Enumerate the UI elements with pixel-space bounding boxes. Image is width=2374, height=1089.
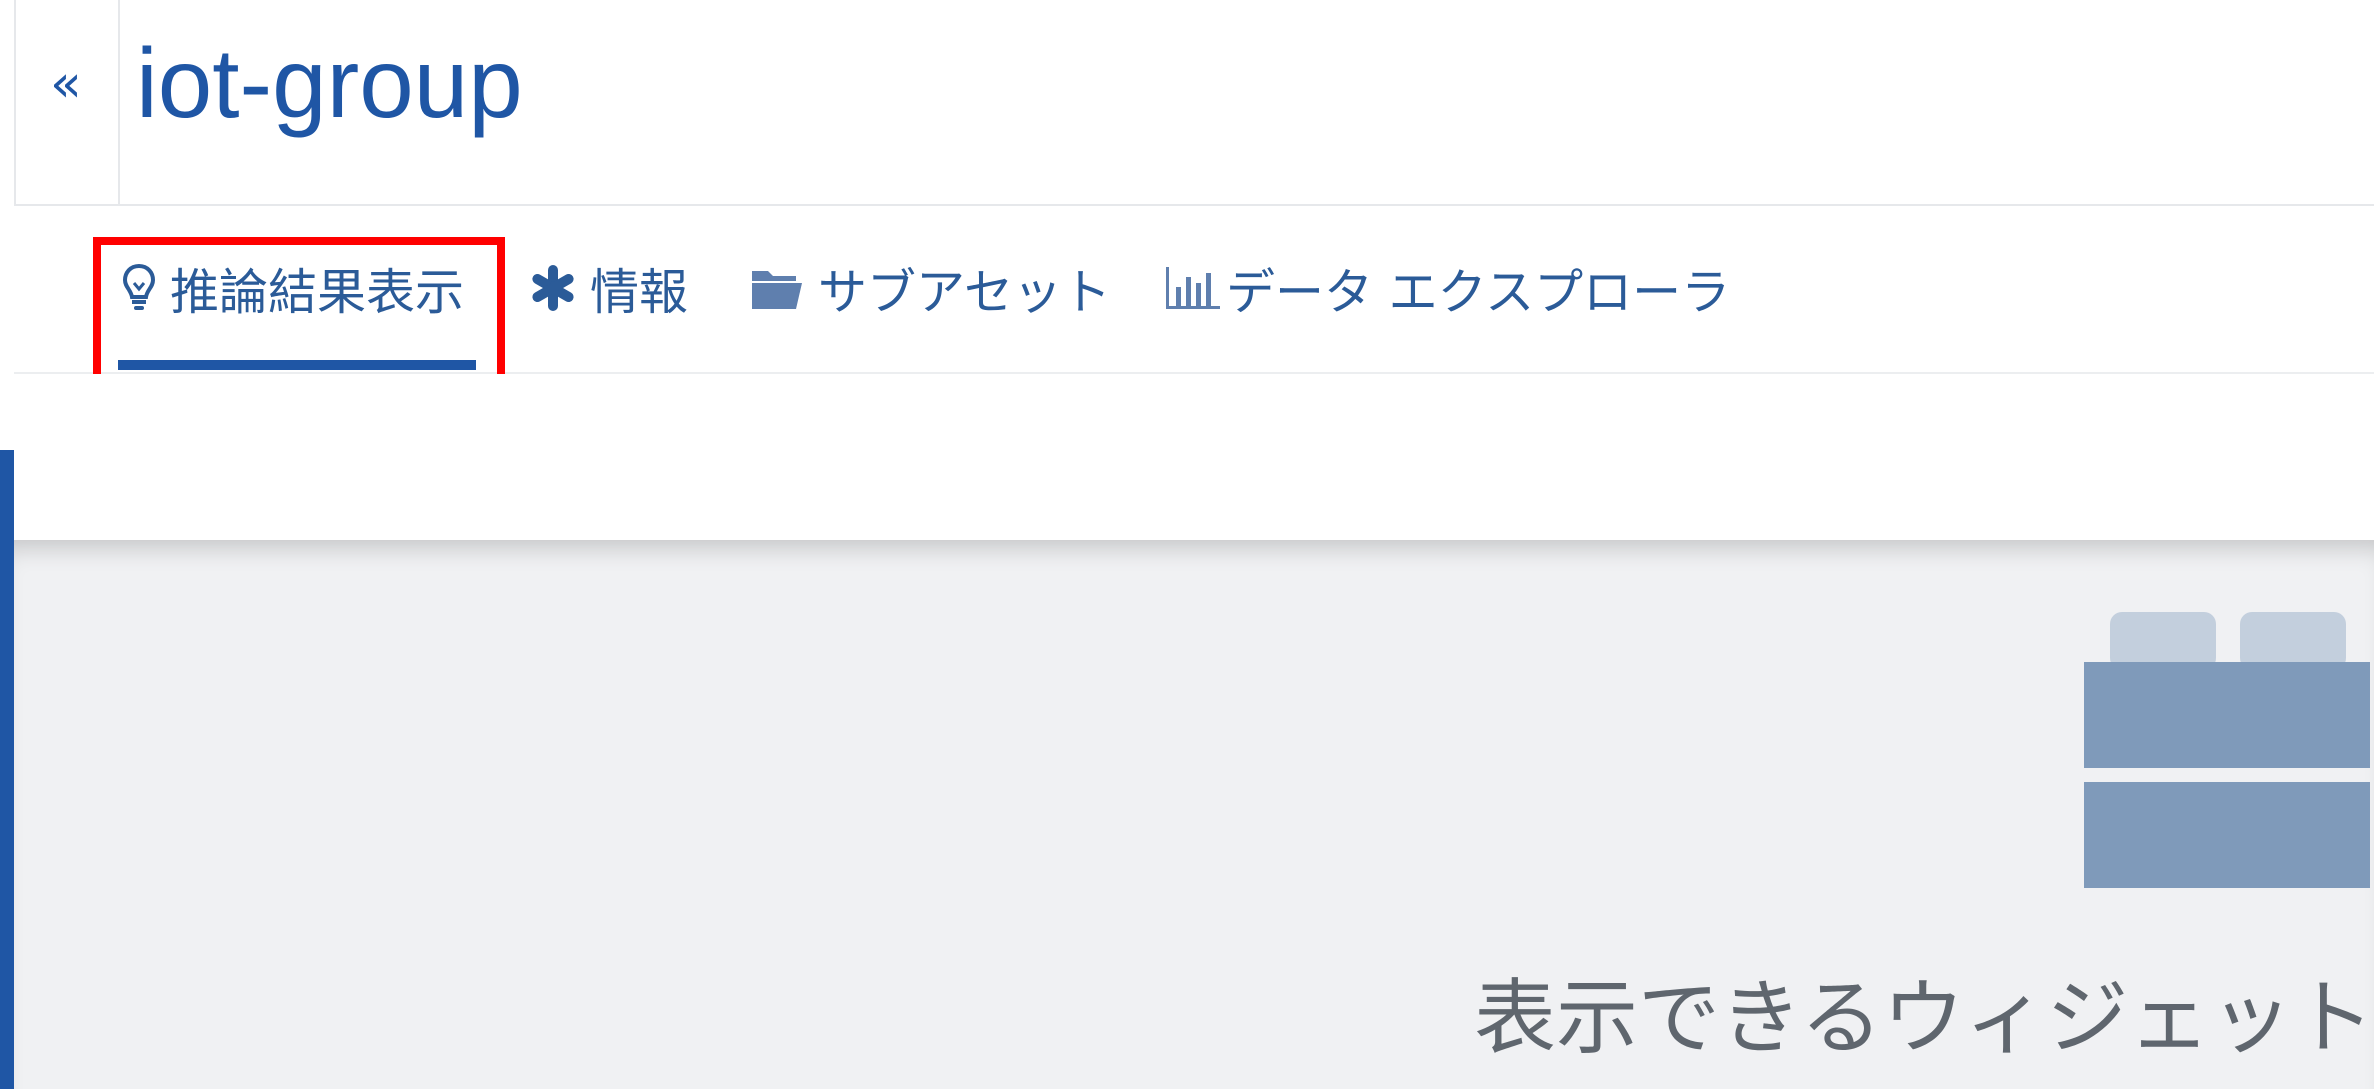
- tab-subassets-label: サブアセット: [818, 263, 1112, 321]
- tab-info-label: 情報: [590, 263, 689, 321]
- tab-inference-results[interactable]: 推論結果表示: [122, 258, 464, 321]
- header: « iot-group: [14, 0, 2374, 206]
- toolbar-area: [0, 374, 2374, 540]
- bar-chart-icon: [1164, 265, 1222, 311]
- tab-data-explorer-label: データ エクスプローラ: [1226, 263, 1731, 321]
- asterisk-icon: [530, 265, 576, 311]
- tab-info[interactable]: 情報: [530, 258, 688, 321]
- widget-blocks-icon: [2070, 612, 2370, 912]
- active-tab-indicator: [118, 360, 476, 370]
- tab-inference-results-label: 推論結果表示: [170, 263, 465, 321]
- content-area: 表示できるウィジェット: [14, 540, 2374, 1089]
- page-title: iot-group: [136, 28, 523, 138]
- empty-state-title: 表示できるウィジェット: [1474, 971, 2374, 1066]
- left-accent-bar: [0, 450, 14, 1089]
- lightbulb-icon: [122, 263, 156, 313]
- collapse-sidebar-button[interactable]: «: [50, 58, 82, 110]
- tab-subassets[interactable]: サブアセット: [750, 258, 1111, 321]
- tab-bar: 推論結果表示 情報 サブアセット データ エクスプローラ: [14, 206, 2374, 374]
- collapse-cell: «: [16, 0, 120, 204]
- page: « iot-group 推論結果表示 情報 サブアセット データ エクスプローラ…: [0, 0, 2374, 1089]
- tab-data-explorer[interactable]: データ エクスプローラ: [1164, 258, 1730, 321]
- folder-icon: [750, 265, 804, 311]
